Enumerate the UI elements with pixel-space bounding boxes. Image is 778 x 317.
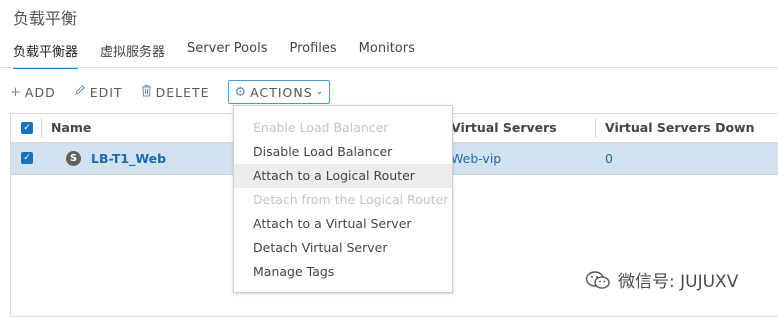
watermark: 微信号: JUJUXV [585,267,738,292]
watermark-text: 微信号: JUJUXV [618,272,739,292]
tab-virtual-servers[interactable]: 虚拟服务器 [100,41,165,69]
tab-monitors[interactable]: Monitors [359,41,415,69]
tab-server-pools[interactable]: Server Pools [187,41,267,69]
trash-icon [141,84,152,101]
menu-item-manage-tags[interactable]: Manage Tags [234,260,452,284]
actions-label: ACTIONS [250,84,313,100]
menu-item-enable-load-balancer: Enable Load Balancer [253,120,389,135]
pencil-icon [74,84,86,100]
page-title: 负载平衡 [13,9,78,28]
delete-label: DELETE [155,84,210,100]
tab-divider [0,67,778,68]
status-icon: S [66,151,81,166]
edit-label: EDIT [89,84,123,100]
menu-item-detach-virtual-server[interactable]: Detach Virtual Server [234,236,452,260]
delete-button[interactable]: DELETE [141,84,210,101]
column-separator [595,118,596,138]
chevron-down-icon: ⌄ [315,87,324,97]
tab-load-balancers[interactable]: 负载平衡器 [13,41,79,69]
tab-bar: 负载平衡器 虚拟服务器 Server Pools Profiles Monito… [13,41,437,69]
add-label: ADD [24,84,56,100]
row-checkbox[interactable]: ✓ [21,152,33,164]
menu-item-attach-logical-router[interactable]: Attach to a Logical Router [234,164,452,188]
actions-button[interactable]: ⚙ ACTIONS ⌄ [227,80,331,104]
tab-profiles[interactable]: Profiles [289,41,336,69]
edit-button[interactable]: EDIT [74,84,123,100]
select-all-checkbox[interactable]: ✓ [21,122,33,134]
column-separator [41,118,42,138]
virtual-servers-down-link[interactable]: 0 [605,151,613,166]
column-header-virtual-servers[interactable]: Virtual Servers [451,120,557,135]
menu-item-disable-load-balancer[interactable]: Disable Load Balancer [234,140,452,164]
column-header-name[interactable]: Name [51,120,91,135]
actions-menu: Enable Load Balancer Disable Load Balanc… [233,105,453,293]
add-button[interactable]: + ADD [10,85,56,100]
toolbar: + ADD EDIT DELETE ⚙ ACTIONS ⌄ [10,80,331,104]
menu-item-attach-virtual-server[interactable]: Attach to a Virtual Server [234,212,452,236]
gear-icon: ⚙ [234,84,247,100]
menu-item-detach-logical-router: Detach from the Logical Router [253,192,449,207]
plus-icon: + [10,84,21,100]
wechat-logo-icon [585,270,610,289]
column-header-virtual-servers-down[interactable]: Virtual Servers Down [605,120,755,135]
load-balancer-name-link[interactable]: LB-T1_Web [91,151,166,166]
virtual-servers-link[interactable]: Web-vip [451,151,501,166]
